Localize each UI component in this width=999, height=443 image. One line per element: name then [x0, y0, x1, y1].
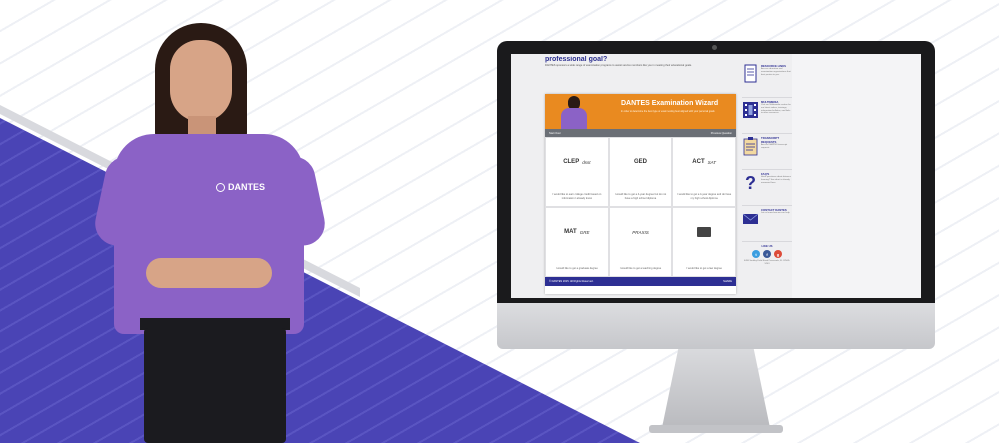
monitor-chin: [497, 303, 935, 349]
main-content: professional goal? DANTES sponsors a wid…: [511, 54, 736, 298]
envelope-icon: [742, 208, 759, 228]
start-over-link[interactable]: Start Over: [549, 132, 561, 135]
wizard-option-mat-gre[interactable]: MAT GRE I would like to get a graduate d…: [545, 207, 609, 277]
sidebar-item-multimedia[interactable]: MULTIMEDIA Visit our Multimedia section …: [742, 100, 792, 134]
act-logo: ACT: [692, 159, 705, 165]
page-subtext: DANTES sponsors a wide range of examinat…: [545, 64, 692, 67]
monitor-stand-base: [649, 425, 783, 433]
svg-text:?: ?: [745, 173, 756, 192]
wizard-option-law[interactable]: I would like to get a law degree: [672, 207, 736, 277]
wizard-option-praxis[interactable]: PRAXIS I would like to get a teaching de…: [608, 207, 673, 277]
social-links: t f g: [742, 250, 792, 258]
sidebar-item-transcript-requests[interactable]: TRANSCRIPT REQUESTS Access DANTES transc…: [742, 136, 792, 170]
presenter-arms: [146, 258, 272, 288]
lsat-logo-icon: [697, 227, 712, 237]
presenter-face: [170, 40, 232, 122]
document-icon: [742, 64, 759, 84]
screen-right-area: [792, 54, 921, 298]
monitor-bezel: professional goal? DANTES sponsors a wid…: [497, 41, 935, 303]
wizard-banner: DANTES Examination Wizard In order to de…: [545, 94, 736, 129]
sidebar-item-title: TRANSCRIPT REQUESTS: [761, 136, 780, 144]
sat-logo: SAT: [707, 159, 717, 165]
wizard-option-clep-dsst[interactable]: CLEP dsst I would like to earn college c…: [545, 137, 609, 207]
monitor-screen: professional goal? DANTES sponsors a wid…: [511, 54, 921, 298]
shirt-logo: DANTES: [216, 180, 272, 194]
sidebar-item-contact[interactable]: CONTACT DANTES Let us know how we can he…: [742, 208, 792, 242]
wizard-footer: © DANTES 2015. All Rights Reserved. SHAR…: [545, 277, 736, 286]
sidebar-item-faqs[interactable]: ? FAQ'S Have questions about distance le…: [742, 172, 792, 206]
camera-icon: [712, 45, 717, 50]
wizard-subtitle: In order to determine the best type or e…: [621, 110, 715, 113]
examination-wizard: DANTES Examination Wizard In order to de…: [545, 94, 736, 294]
previous-question-link[interactable]: Previous Question: [711, 132, 732, 135]
sidebar-item-desc: Let us know how we can help: [761, 212, 790, 214]
clipboard-icon: [742, 136, 759, 156]
sidebar-item-resource-links[interactable]: RESOURCE LINKS Access education and exam…: [742, 64, 792, 98]
monitor: professional goal? DANTES sponsors a wid…: [497, 41, 935, 433]
wizard-option-caption: I would like to get a 4-year degree but …: [614, 193, 667, 200]
wizard-option-caption: I would like to get a 4-year degree and …: [677, 193, 732, 200]
praxis-logo: PRAXIS: [632, 229, 649, 235]
presenter-pants: [144, 328, 286, 443]
sidebar: RESOURCE LINKS Access education and exam…: [742, 54, 792, 298]
wizard-option-caption: I would like to get a graduate degree: [555, 266, 598, 270]
mat-logo: MAT: [564, 229, 577, 235]
question-icon: ?: [742, 172, 759, 192]
sidebar-item-desc: Have questions about distance learning? …: [761, 176, 791, 184]
wizard-nav: Start Over Previous Question: [545, 129, 736, 137]
wizard-title: DANTES Examination Wizard: [621, 100, 719, 107]
share-button[interactable]: SHARE: [723, 280, 732, 283]
sidebar-item-desc: Access DANTES transcript requests: [761, 144, 788, 149]
facebook-icon[interactable]: f: [763, 250, 771, 258]
like-us-label: LIKE US: [761, 244, 773, 248]
clep-logo: CLEP: [563, 159, 580, 165]
presenter: DANTES: [91, 18, 330, 443]
sidebar-item-desc: Visit our Multimedia section for our lat…: [761, 104, 791, 115]
gre-logo: GRE: [579, 229, 590, 235]
wizard-option-act-sat[interactable]: ACT SAT I would like to get a 4-year deg…: [672, 137, 736, 207]
wizard-options-grid: CLEP dsst I would like to earn college c…: [545, 137, 736, 277]
wizard-presenter-image: [559, 96, 589, 129]
wizard-option-caption: I would like to get a teaching degree: [619, 266, 662, 270]
wizard-option-caption: I would like to earn college credit base…: [552, 193, 602, 200]
wizard-option-caption: I would like to get a law degree: [686, 266, 722, 270]
ged-logo: GED: [633, 159, 647, 165]
dsst-logo: dsst: [582, 159, 591, 165]
shirt-logo-icon: [216, 182, 225, 192]
wizard-option-ged[interactable]: GED I would like to get a 4-year degree …: [608, 137, 673, 207]
page-heading: professional goal?: [545, 56, 608, 63]
shirt-logo-text: DANTES: [228, 182, 266, 192]
sidebar-item-desc: Access education and examination organiz…: [761, 68, 791, 76]
copyright-text: © DANTES 2015. All Rights Reserved.: [549, 280, 594, 283]
mailing-address: 6490 Saufley Field Road Pensacola, FL 32…: [744, 260, 790, 265]
twitter-icon[interactable]: t: [752, 250, 760, 258]
presenter-shirt: [114, 134, 304, 334]
google-plus-icon[interactable]: g: [774, 250, 782, 258]
film-icon: [742, 100, 759, 120]
